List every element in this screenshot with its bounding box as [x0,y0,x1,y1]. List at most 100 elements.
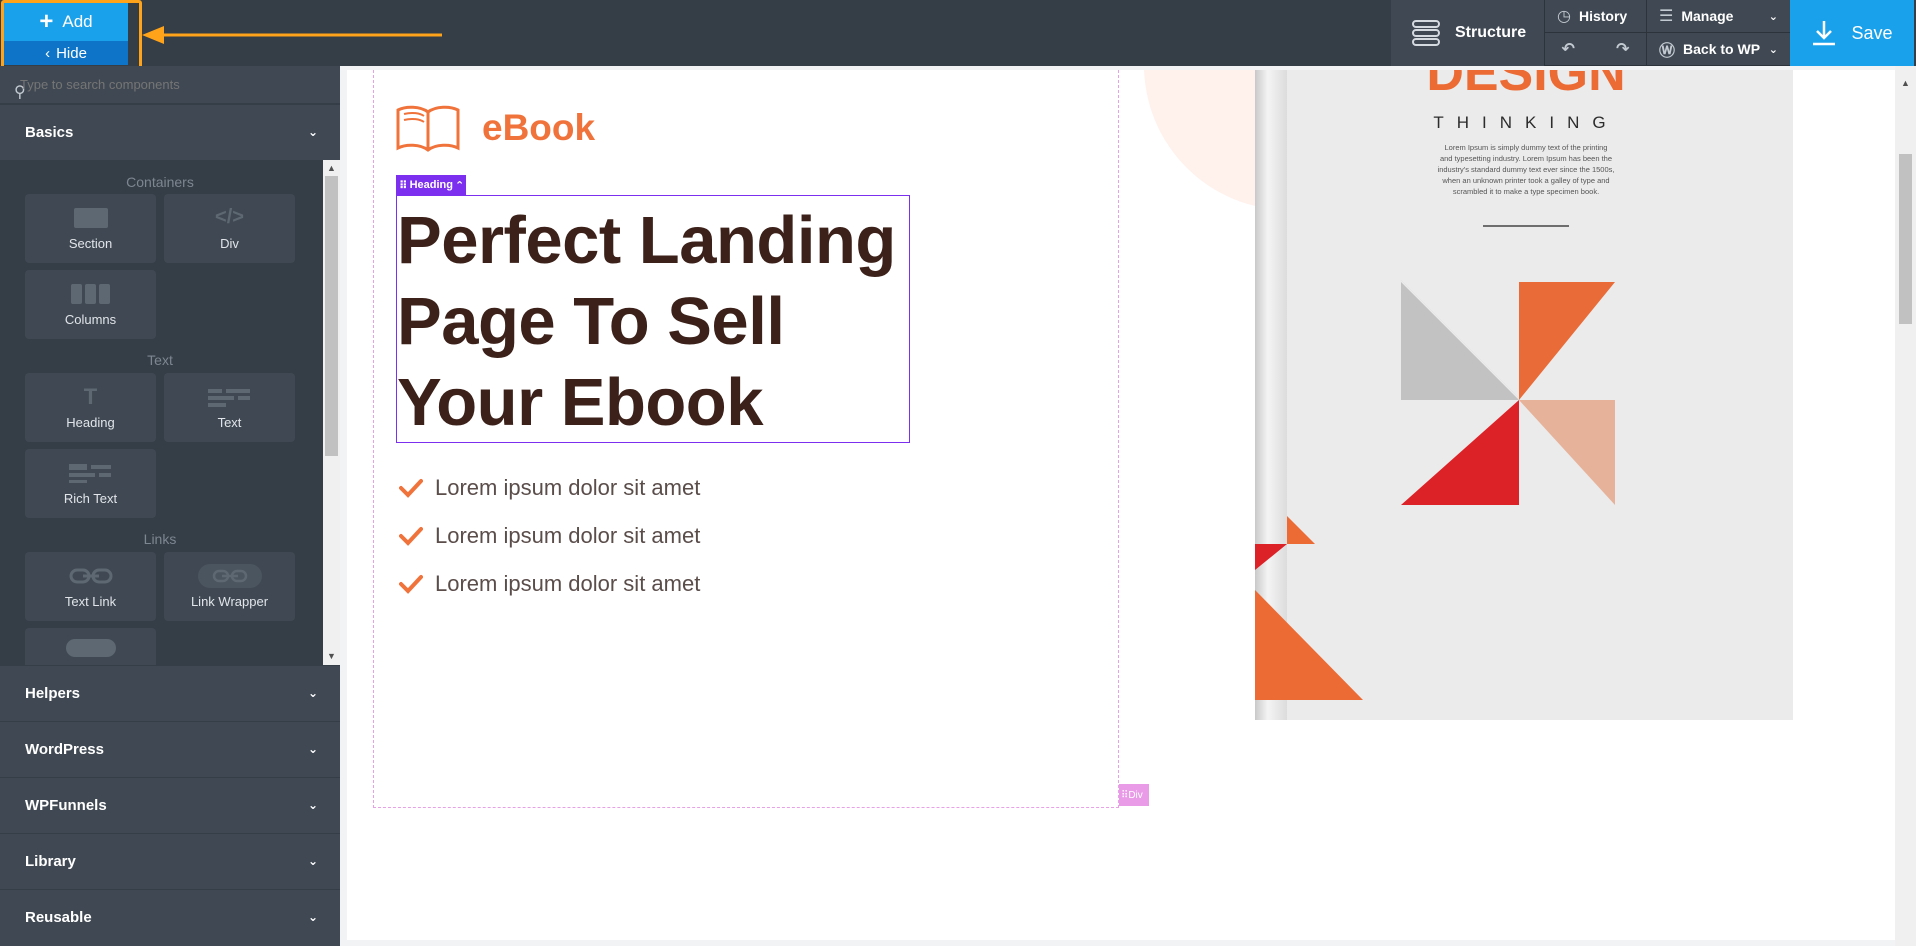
tile-section[interactable]: Section [25,194,156,263]
tile-heading[interactable]: T Heading [25,373,156,442]
heading-line: Page To Sell [397,284,785,359]
sliders-icon: ☰ [1659,8,1674,25]
basics-panel: Containers Section </> Div Columns Text … [0,160,340,665]
structure-button[interactable]: Structure [1391,0,1544,66]
structure-label: Structure [1455,24,1527,41]
chevron-down-icon: ⌄ [1768,10,1778,23]
scroll-thumb[interactable] [1899,154,1912,324]
button-icon [65,637,116,659]
columns-icon [70,283,111,305]
chevron-down-icon: ⌄ [307,125,318,139]
tile-label: Text Link [64,593,117,609]
book-subtitle: THINKING [1433,113,1618,132]
toolbar-right: Structure ◷ History ↶ ↷ ☰ Manage ⌄ Ⓦ Bac… [1391,0,1914,66]
accordion-helpers[interactable]: Helpers ⌄ [0,665,340,720]
chevron-up-icon: ⌃ [455,179,465,192]
page-preview: ⠿ Div eBook ⠿ Heading ⌃ Perfect Landing … [347,70,1900,940]
search-input[interactable] [20,74,320,94]
tile-columns[interactable]: Columns [25,270,156,339]
heading-line: Perfect Landing [397,203,896,278]
accordion-label: Helpers [25,684,81,702]
scroll-down-icon[interactable]: ▼ [327,651,336,661]
open-book-icon [396,105,460,152]
check-icon [399,479,423,498]
wordpress-icon: Ⓦ [1659,43,1676,60]
history-button[interactable]: ◷ History [1545,0,1646,33]
book-blurb-line: when an unknown printer took a galley of… [1441,176,1609,185]
save-button[interactable]: Save [1790,0,1914,66]
hero-heading[interactable]: Perfect Landing Page To Sell Your Ebook [397,200,917,443]
highlight-box [1,0,142,76]
heading-badge[interactable]: ⠿ Heading ⌃ [396,175,466,195]
ebook-cover-image[interactable]: DESIGN THINKING Lorem Ipsum is simply du… [1253,70,1793,732]
history-group: ◷ History ↶ ↷ [1544,0,1646,66]
section-icon [73,207,108,229]
undo-redo-row: ↶ ↷ [1545,33,1646,66]
tile-div[interactable]: </> Div [164,194,295,263]
scroll-thumb[interactable] [325,176,338,456]
div-badge-label: Div [1128,789,1143,801]
accordion-label: Reusable [25,908,92,926]
accordion-wordpress[interactable]: WordPress ⌄ [0,721,340,776]
code-icon: </> [215,206,244,228]
list-item[interactable]: Lorem ipsum dolor sit amet [399,464,700,512]
redo-icon[interactable]: ↷ [1616,39,1629,59]
manage-label: Manage [1681,8,1734,24]
scroll-up-icon[interactable]: ▲ [1901,78,1910,88]
builder-canvas: ⠿ Div eBook ⠿ Heading ⌃ Perfect Landing … [340,66,1916,946]
accordion-wpfunnels[interactable]: WPFunnels ⌄ [0,777,340,832]
book-blurb-line: Lorem Ipsum is simply dummy text of the … [1445,143,1608,152]
history-label: History [1578,8,1628,24]
heading-line: Your Ebook [397,365,764,440]
accordion-label: Library [25,852,76,870]
accordion-label: WPFunnels [25,796,107,814]
book-blurb-line: and typesetting industry. Lorem Ipsum ha… [1440,154,1612,163]
accordion-reusable[interactable]: Reusable ⌄ [0,889,340,944]
top-toolbar: + Add ‹ Hide Structure ◷ History ↶ ↷ ☰ M… [0,0,1916,76]
check-icon [399,575,423,594]
drag-handle-icon: ⠿ [399,179,408,192]
drag-handle-icon: ⠿ [1121,789,1129,801]
ebook-logo[interactable]: eBook [396,104,595,152]
manage-button[interactable]: ☰ Manage ⌄ [1647,0,1790,33]
tile-button[interactable] [25,628,156,665]
pointer-arrow-icon [142,26,442,44]
rich-text-icon [68,462,113,484]
section-title-links: Links [143,531,177,547]
book-title: DESIGN [1426,70,1625,102]
logo-text: eBook [482,107,596,148]
download-icon [1813,21,1836,46]
structure-icon [1412,20,1440,46]
list-item-text: Lorem ipsum dolor sit amet [435,571,701,596]
section-title-text: Text [147,352,173,368]
list-item[interactable]: Lorem ipsum dolor sit amet [399,560,700,608]
accordion-basics[interactable]: Basics ⌄ [0,104,340,159]
section-title-containers: Containers [126,174,194,190]
heading-badge-label: Heading [409,179,453,191]
accordion-library[interactable]: Library ⌄ [0,833,340,888]
chevron-down-icon: ⌄ [307,686,318,700]
back-to-wp-button[interactable]: Ⓦ Back to WP ⌄ [1647,33,1790,66]
link-wrapper-icon [197,563,262,588]
tile-label: Text [217,414,242,430]
components-sidebar: ⚲ Basics ⌄ Containers Section </> Div Co… [0,66,340,946]
heading-icon: T [83,383,98,409]
scroll-up-icon[interactable]: ▲ [327,163,336,173]
chevron-down-icon: ⌄ [307,854,318,868]
panel-scrollbar[interactable]: ▲ ▼ [323,160,340,665]
component-search: ⚲ [0,66,340,104]
list-item[interactable]: Lorem ipsum dolor sit amet [399,512,700,560]
tile-link-wrapper[interactable]: Link Wrapper [164,552,295,621]
tile-text[interactable]: Text [164,373,295,442]
list-item-text: Lorem ipsum dolor sit amet [435,475,701,500]
tile-text-link[interactable]: Text Link [25,552,156,621]
canvas-scrollbar[interactable]: ▲ [1895,66,1916,946]
tile-label: Link Wrapper [190,593,269,609]
feature-list: Lorem ipsum dolor sit amet Lorem ipsum d… [399,464,700,608]
undo-icon[interactable]: ↶ [1562,39,1575,59]
check-icon [399,527,423,546]
accordion-label: Basics [25,123,74,141]
tile-label: Columns [64,311,117,327]
tile-rich-text[interactable]: Rich Text [25,449,156,518]
div-badge[interactable]: ⠿ Div [1119,784,1149,806]
